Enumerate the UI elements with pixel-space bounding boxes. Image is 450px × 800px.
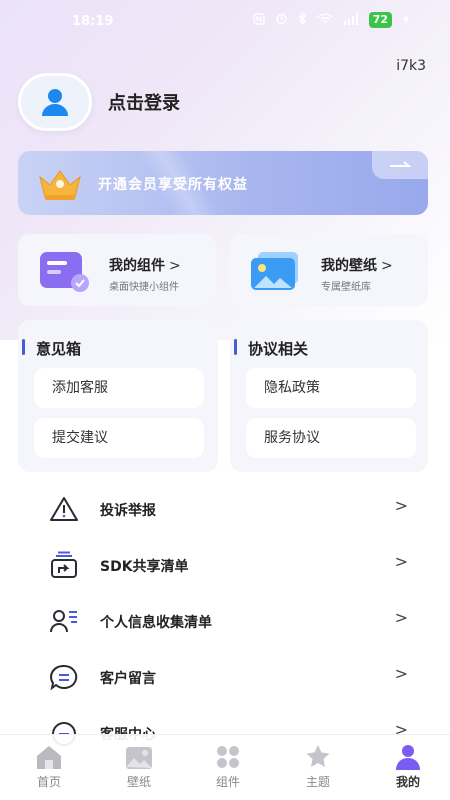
- tab-label: 壁纸: [126, 775, 151, 789]
- my-widgets-card[interactable]: 我的组件 > 桌面快捷小组件: [18, 234, 216, 306]
- menu-item-message[interactable]: 客户留言 >: [0, 648, 450, 704]
- personal-info-icon: [48, 606, 80, 636]
- tab-wallpaper[interactable]: 壁纸: [109, 739, 169, 795]
- theme-icon: [303, 743, 333, 775]
- submit-suggestion-button[interactable]: 提交建议: [34, 418, 204, 458]
- battery-level: 72: [368, 12, 392, 28]
- profile-header[interactable]: 点击登录: [18, 73, 180, 131]
- feedback-section: 意见箱 添加客服 提交建议: [18, 320, 218, 472]
- wallpaper-icon: [124, 743, 154, 775]
- share-list-icon: [48, 550, 80, 580]
- nfc-icon: [252, 12, 265, 28]
- user-id-label: i7k3: [396, 58, 426, 74]
- message-icon: [48, 662, 80, 692]
- alarm-icon: [275, 12, 288, 28]
- wallpaper-card-icon: [248, 250, 306, 298]
- menu-item-sdk-list[interactable]: SDK共享清单 >: [0, 536, 450, 592]
- menu-item-personal-info[interactable]: 个人信息收集清单 >: [0, 592, 450, 648]
- my-widgets-subtitle: 桌面快捷小组件: [109, 282, 179, 293]
- feedback-title: 意见箱: [21, 339, 82, 358]
- menu-item-label: 客户留言: [100, 671, 156, 687]
- bluetooth-icon: [298, 11, 307, 28]
- my-wallpapers-title: 我的壁纸 >: [321, 258, 393, 274]
- privacy-policy-button[interactable]: 隐私政策: [246, 368, 416, 408]
- wifi-icon: [317, 12, 333, 28]
- chevron-right-icon: >: [394, 608, 408, 627]
- my-widgets-title: 我的组件 >: [109, 258, 181, 274]
- login-link[interactable]: 点击登录: [108, 89, 180, 115]
- tab-label: 主题: [305, 775, 330, 789]
- chevron-right-icon: >: [394, 664, 408, 683]
- widget-icon: [213, 743, 243, 775]
- arrow-right-icon: [390, 161, 411, 167]
- tab-widget[interactable]: 组件: [198, 739, 258, 795]
- tab-theme[interactable]: 主题: [288, 739, 348, 795]
- chevron-right-icon: >: [394, 552, 408, 571]
- vip-banner[interactable]: 开通会员享受所有权益: [18, 151, 428, 215]
- status-bar: 18:19 72: [0, 0, 450, 44]
- my-wallpapers-card[interactable]: 我的壁纸 > 专属壁纸库: [230, 234, 428, 306]
- status-time: 18:19: [72, 14, 114, 29]
- crown-icon: [34, 163, 86, 207]
- my-wallpapers-subtitle: 专属壁纸库: [321, 282, 371, 293]
- agreements-title: 协议相关: [233, 339, 309, 358]
- menu-item-complaint[interactable]: 投诉举报 >: [0, 480, 450, 536]
- service-agreement-button[interactable]: 服务协议: [246, 418, 416, 458]
- menu-item-label: SDK共享清单: [100, 559, 189, 575]
- bottom-tab-bar: 首页 壁纸 组件 主题 我的: [0, 734, 450, 800]
- tab-profile[interactable]: 我的: [378, 739, 438, 795]
- avatar-person-icon: [42, 89, 68, 116]
- home-icon: [34, 743, 64, 775]
- vip-banner-text: 开通会员享受所有权益: [98, 177, 248, 193]
- menu-item-label: 投诉举报: [100, 503, 156, 519]
- tab-label: 我的: [395, 775, 420, 789]
- chevron-right-icon: >: [169, 258, 181, 274]
- tab-label: 组件: [215, 775, 240, 789]
- warning-icon: [48, 494, 80, 524]
- agreements-section: 协议相关 隐私政策 服务协议: [230, 320, 428, 472]
- tab-label: 首页: [36, 775, 61, 789]
- charging-icon: [402, 12, 410, 28]
- chevron-right-icon: >: [394, 496, 408, 515]
- avatar[interactable]: [18, 73, 92, 131]
- settings-list: 投诉举报 > SDK共享清单 > 个人信息收集清单 > 客户留言 > 客服中心 …: [0, 480, 450, 760]
- add-service-button[interactable]: 添加客服: [34, 368, 204, 408]
- status-icons: 72: [252, 11, 410, 28]
- profile-icon: [393, 743, 423, 775]
- menu-item-label: 个人信息收集清单: [100, 615, 212, 631]
- chevron-right-icon: >: [381, 258, 393, 274]
- widget-card-icon: [36, 250, 94, 298]
- vip-go-button[interactable]: [372, 151, 428, 179]
- tab-home[interactable]: 首页: [19, 739, 79, 795]
- signal-icon: [343, 12, 359, 28]
